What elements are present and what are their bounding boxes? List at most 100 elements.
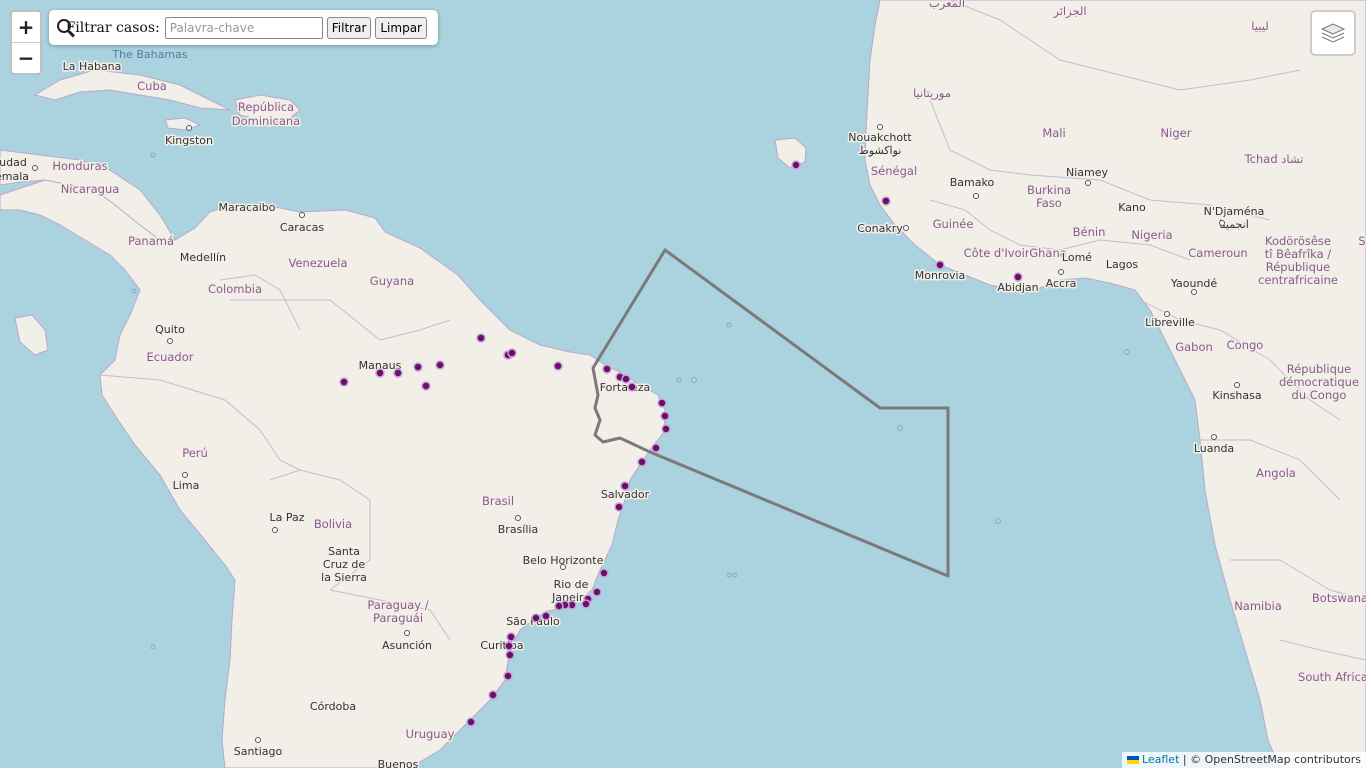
label-conakry: Conakry [857, 222, 903, 235]
label-botswana: Botswana [1312, 591, 1366, 605]
label-bolivia: Bolivia [314, 517, 352, 531]
case-marker[interactable] [505, 650, 515, 660]
label-uruguay: Uruguay [406, 727, 455, 741]
case-marker[interactable] [393, 368, 403, 378]
label-tchad: Tchad تشاد [1244, 152, 1304, 166]
case-marker[interactable] [339, 377, 349, 387]
label-nicaragua: Nicaragua [61, 182, 120, 196]
label-medellin: Medellín [180, 251, 226, 264]
label-colombia: Colombia [208, 282, 262, 296]
label-bahamas: The Bahamas [111, 48, 187, 61]
label-abidjan: Abidjan [997, 281, 1038, 294]
zoom-control: + − [10, 10, 42, 75]
zoom-in-button[interactable]: + [12, 12, 40, 43]
case-marker[interactable] [375, 368, 385, 378]
label-panama: Panamá [128, 234, 174, 248]
keyword-input[interactable] [164, 16, 323, 39]
label-santiago: Santiago [234, 745, 283, 758]
label-niamey: Niamey [1066, 166, 1109, 179]
layers-button[interactable] [1310, 10, 1356, 56]
label-emala: emala [0, 170, 29, 183]
case-marker[interactable] [466, 717, 476, 727]
case-marker[interactable] [660, 411, 670, 421]
label-guyana: Guyana [370, 274, 414, 288]
case-marker[interactable] [627, 382, 637, 392]
case-marker[interactable] [657, 398, 667, 408]
case-marker[interactable] [504, 641, 514, 651]
label-honduras: Honduras [52, 159, 107, 173]
case-marker[interactable] [599, 568, 609, 578]
case-marker[interactable] [503, 671, 513, 681]
label-almaghrib: المغرب [929, 0, 965, 11]
case-marker[interactable] [476, 333, 486, 343]
label-cote-divoire: Côte d'Ivoire [964, 246, 1037, 260]
case-marker[interactable] [620, 481, 630, 491]
label-libya: ليبيا [1251, 19, 1268, 33]
label-ecuador: Ecuador [147, 350, 194, 364]
label-luanda: Luanda [1194, 442, 1234, 455]
case-marker[interactable] [506, 632, 516, 642]
label-paraguay: Paraguay / Paraguái [367, 598, 428, 625]
label-senegal: Sénégal [871, 164, 917, 178]
case-marker[interactable] [541, 611, 551, 621]
label-la-habana: La Habana [63, 60, 122, 73]
ukraine-flag-icon [1126, 756, 1139, 764]
attribution-separator: | © [1179, 753, 1205, 766]
osm-link[interactable]: OpenStreetMap contributors [1205, 753, 1361, 766]
case-marker[interactable] [413, 362, 423, 372]
label-curitiba: Curitiba [480, 639, 523, 652]
case-marker[interactable] [1013, 272, 1023, 282]
label-venezuela: Venezuela [288, 256, 347, 270]
case-marker[interactable] [435, 360, 445, 370]
label-monrovia: Monrovia [915, 269, 966, 282]
label-udad: udad [0, 156, 27, 169]
label-maracaibo: Maracaibo [218, 201, 275, 214]
case-marker[interactable] [621, 374, 631, 384]
label-centrafrique: Kodörösêse tî Bêafrîka / République centraf… [1258, 234, 1338, 287]
label-cuba: Cuba [137, 79, 167, 93]
label-lome: Lomé [1062, 251, 1092, 264]
label-gabon: Gabon [1175, 340, 1213, 354]
label-peru: Perú [182, 446, 208, 460]
case-marker[interactable] [581, 599, 591, 609]
case-marker[interactable] [592, 587, 602, 597]
case-marker[interactable] [421, 381, 431, 391]
label-republica-dominicana: República Dominicana [232, 100, 300, 128]
clear-button[interactable]: Limpar [375, 16, 427, 39]
label-caracas: Caracas [280, 221, 324, 234]
search-icon [56, 18, 70, 38]
label-guinee: Guinée [933, 217, 974, 231]
label-mali: Mali [1042, 126, 1065, 140]
label-libreville: Libreville [1145, 316, 1195, 329]
case-marker[interactable] [791, 160, 801, 170]
case-marker[interactable] [637, 457, 647, 467]
label-s-edge: S [1358, 234, 1365, 248]
case-marker[interactable] [531, 613, 541, 623]
case-marker[interactable] [881, 196, 891, 206]
label-la-paz: La Paz [269, 511, 304, 524]
case-marker[interactable] [554, 601, 564, 611]
case-marker[interactable] [507, 348, 517, 358]
zoom-out-button[interactable]: − [12, 43, 40, 73]
label-brasilia: Brasília [498, 523, 538, 536]
leaflet-link[interactable]: Leaflet [1142, 753, 1179, 766]
case-marker[interactable] [651, 443, 661, 453]
label-brasil: Brasil [482, 494, 514, 508]
map-canvas[interactable]: The Bahamas La Habana Cuba República Domi… [0, 0, 1366, 768]
filter-title: Filtrar casos: [65, 19, 160, 36]
label-niger: Niger [1161, 126, 1192, 140]
label-accra: Accra [1046, 277, 1077, 290]
case-marker[interactable] [661, 424, 671, 434]
case-marker[interactable] [553, 361, 563, 371]
case-marker[interactable] [614, 502, 624, 512]
label-kinshasa: Kinshasa [1212, 389, 1261, 402]
case-marker[interactable] [488, 690, 498, 700]
case-marker[interactable] [602, 364, 612, 374]
label-cameroun: Cameroun [1188, 246, 1247, 260]
filter-button[interactable]: Filtrar [326, 16, 372, 39]
filter-panel: Filtrar casos: Filtrar Limpar [49, 10, 438, 45]
attribution: Leaflet | © OpenStreetMap contributors [1121, 752, 1366, 768]
case-marker[interactable] [935, 260, 945, 270]
label-aljazair: الجزائر [1052, 4, 1086, 19]
label-kingston: Kingston [165, 134, 213, 147]
